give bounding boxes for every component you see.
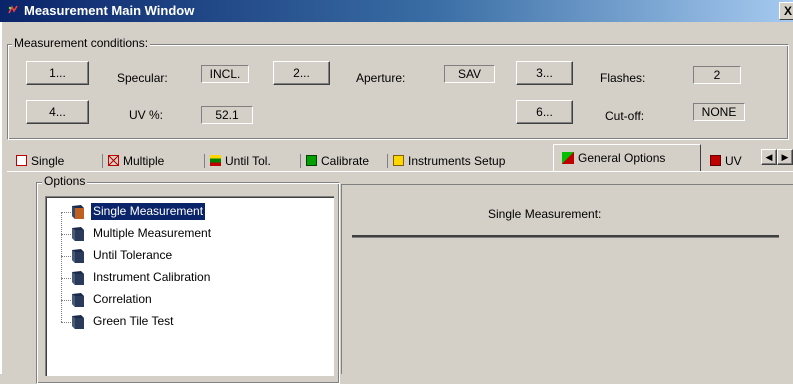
aperture-label: Aperture: xyxy=(356,71,406,85)
tab-strip-border xyxy=(7,171,793,172)
book-icon xyxy=(72,227,84,241)
instruments-icon xyxy=(393,155,404,166)
tab-calibrate[interactable]: Calibrate xyxy=(300,152,369,170)
condition-button-3[interactable]: 3... xyxy=(516,61,573,85)
tab-instruments-setup[interactable]: Instruments Setup xyxy=(387,152,505,170)
calibrate-icon xyxy=(306,155,317,166)
tab-scroll-left-button[interactable]: ◀ xyxy=(761,149,777,165)
single-icon xyxy=(16,155,27,166)
uv-icon xyxy=(710,155,721,166)
book-icon xyxy=(72,271,84,285)
app-icon xyxy=(8,5,18,14)
cutoff-value: NONE xyxy=(693,103,745,121)
tab-separator xyxy=(387,154,388,168)
book-icon xyxy=(72,249,84,263)
tab-single[interactable]: Single xyxy=(16,152,64,170)
condition-button-4[interactable]: 4... xyxy=(26,100,89,124)
close-button[interactable]: X xyxy=(779,2,793,20)
options-tree[interactable] xyxy=(45,196,334,376)
options-legend: Options xyxy=(42,174,88,188)
tab-separator xyxy=(204,154,205,168)
tree-connector xyxy=(61,212,62,322)
window-left-border xyxy=(0,22,2,374)
specular-label: Specular: xyxy=(117,71,168,85)
cutoff-label: Cut-off: xyxy=(605,109,645,123)
book-icon xyxy=(72,293,84,307)
general-options-icon xyxy=(562,152,574,164)
flashes-label: Flashes: xyxy=(600,71,646,85)
specular-value: INCL. xyxy=(201,65,249,83)
uv-label: UV %: xyxy=(129,108,164,122)
panel-divider xyxy=(352,235,779,238)
condition-button-6[interactable]: 6... xyxy=(516,100,573,124)
tab-uv[interactable]: UV xyxy=(710,152,742,170)
until-tol-icon xyxy=(210,155,221,166)
condition-button-1[interactable]: 1... xyxy=(26,61,89,85)
book-icon xyxy=(72,205,84,219)
tab-scroll-right-button[interactable]: ▶ xyxy=(777,149,793,165)
window-title: Measurement Main Window xyxy=(24,3,195,18)
tab-separator xyxy=(102,154,103,168)
uv-value: 52.1 xyxy=(201,106,253,124)
aperture-value: SAV xyxy=(444,65,495,83)
tab-multiple[interactable]: Multiple xyxy=(102,152,164,170)
tab-separator xyxy=(300,154,301,168)
measurement-conditions-legend: Measurement conditions: xyxy=(12,36,151,50)
panel-title: Single Measurement: xyxy=(488,207,602,221)
title-bar[interactable]: Measurement Main Window X xyxy=(0,0,793,22)
tab-general-options[interactable]: General Options xyxy=(553,144,701,171)
flashes-value: 2 xyxy=(693,66,741,84)
multiple-icon xyxy=(108,155,119,166)
condition-button-2[interactable]: 2... xyxy=(273,61,330,85)
tab-until-tol[interactable]: Until Tol. xyxy=(204,152,271,170)
measurement-conditions-group xyxy=(7,44,789,140)
book-icon xyxy=(72,315,84,329)
